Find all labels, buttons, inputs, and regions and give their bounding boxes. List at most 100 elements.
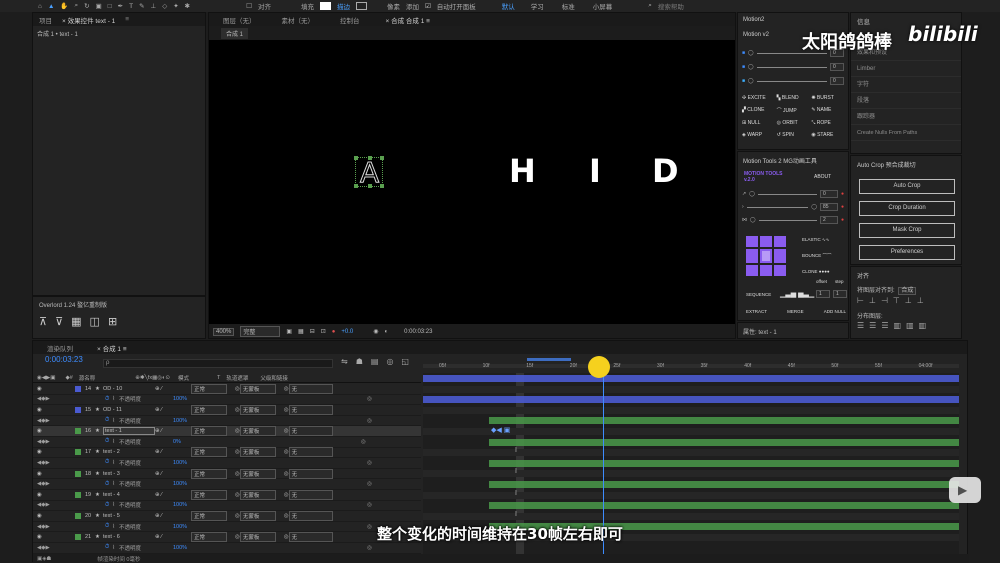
- layer-duration-bar[interactable]: [489, 438, 959, 446]
- col-parent[interactable]: 父级和链接: [260, 374, 288, 382]
- opacity-property-row[interactable]: ◀◆▶ ⏱ ⌇ 不透明度 0% ◎: [33, 437, 421, 448]
- merge-button[interactable]: MERGE: [787, 309, 804, 314]
- layer-switches[interactable]: ⊕ ⁄: [155, 428, 191, 434]
- clone-button[interactable]: ▞ CLONE: [742, 107, 777, 114]
- elastic-button[interactable]: ELASTIC ∿∿: [802, 232, 832, 248]
- viewer-timecode[interactable]: 0:00:03:23: [404, 329, 432, 335]
- label-color-chip[interactable]: [75, 512, 81, 519]
- col-mode[interactable]: 模式: [178, 374, 189, 382]
- opacity-property-row[interactable]: ◀◆▶ ⏱ ⌇ 不透明度 100% ◎: [33, 395, 421, 406]
- mt-slider-1[interactable]: [757, 193, 817, 195]
- letter-i[interactable]: I: [589, 152, 601, 190]
- timeline-search-input[interactable]: ρ: [103, 359, 333, 368]
- distribute-bottom-icon[interactable]: ☰: [881, 321, 888, 330]
- anchor-cell[interactable]: [746, 236, 758, 247]
- mode-dropdown[interactable]: 正常: [191, 384, 227, 394]
- frame-blend-icon[interactable]: ▤: [371, 357, 379, 366]
- name-button[interactable]: ✎ NAME: [811, 107, 846, 114]
- track-matte-dropdown[interactable]: 无蒙板: [239, 447, 276, 458]
- visibility-eye-icon[interactable]: ◉: [37, 386, 45, 392]
- info-title[interactable]: 信息: [857, 16, 870, 26]
- mask-crop-button[interactable]: Mask Crop: [859, 223, 955, 238]
- show-snapshot-icon[interactable]: ◐: [385, 329, 389, 335]
- jump-button[interactable]: ⌒ JUMP: [777, 107, 812, 114]
- col-track-matte[interactable]: 轨道遮罩: [226, 374, 248, 382]
- excite-button[interactable]: ✣ EXCITE: [742, 95, 777, 101]
- align-right-icon[interactable]: ⊣: [881, 296, 888, 305]
- anchor-cell[interactable]: [760, 236, 772, 247]
- workspace-standard[interactable]: 标准: [562, 1, 575, 11]
- track-matte-dropdown[interactable]: 无蒙板: [239, 404, 276, 415]
- letter-h[interactable]: H: [509, 152, 536, 190]
- layer-name[interactable]: text - 2: [103, 449, 155, 455]
- layer-name[interactable]: OD - 10: [103, 386, 155, 392]
- anchor-cell[interactable]: [774, 248, 786, 264]
- expression-pickwhip-icon[interactable]: ◎: [361, 439, 366, 445]
- overlord-add-icon[interactable]: ⊞: [108, 315, 117, 328]
- layer-switches[interactable]: ⊕ ⁄: [155, 471, 191, 477]
- align-hcenter-icon[interactable]: ⊥: [869, 296, 876, 305]
- bounce-button[interactable]: BOUNCE ⌒⌒: [802, 248, 832, 264]
- mt-slider-2[interactable]: [746, 206, 809, 208]
- expression-pickwhip-icon[interactable]: ◎: [367, 481, 372, 487]
- rotate-tool-icon[interactable]: ↻: [84, 2, 89, 10]
- anchor-cell[interactable]: [746, 265, 758, 276]
- anchor-cell[interactable]: [774, 265, 786, 276]
- keyframe-nav-icon[interactable]: ◀◆▶: [37, 502, 51, 508]
- graph-toggle-icon[interactable]: ⌇: [112, 418, 115, 424]
- visibility-eye-icon[interactable]: ◉: [37, 471, 45, 477]
- overlord-grid-icon[interactable]: ▦: [71, 315, 81, 328]
- align-to-dropdown[interactable]: 合成: [898, 287, 917, 295]
- channel-icon[interactable]: ●: [332, 329, 336, 335]
- graph-toggle-icon[interactable]: ⌇: [112, 439, 115, 445]
- fill-swatch[interactable]: [319, 2, 331, 10]
- mt-reset-dot-icon[interactable]: ●: [841, 204, 844, 210]
- layer-duration-bar[interactable]: [489, 481, 959, 488]
- orbit-button[interactable]: ◎ ORBIT: [777, 120, 812, 126]
- layer-name[interactable]: text - 4: [103, 492, 155, 498]
- sequence-button[interactable]: SEQUENCE: [746, 292, 771, 297]
- warp-button[interactable]: ◈ WARP: [742, 132, 777, 138]
- keyframe-marker-icon[interactable]: I: [515, 511, 517, 518]
- brush-tool-icon[interactable]: ✎: [139, 2, 144, 10]
- parent-dropdown[interactable]: 无: [288, 404, 333, 415]
- overlord-pull-icon[interactable]: ⊽: [55, 315, 63, 328]
- bilibili-tv-icon[interactable]: ▶: [949, 477, 981, 503]
- opacity-value[interactable]: 100%: [173, 481, 187, 487]
- work-area-bar[interactable]: [527, 358, 571, 361]
- align-bottom-icon[interactable]: ⊥: [917, 296, 924, 305]
- layer-row[interactable]: ◉ 18 ★ text - 3 ⊕ ⁄ 正常 ◎ 无蒙板 ◎ 无: [33, 468, 421, 480]
- col-t[interactable]: T: [217, 375, 220, 381]
- eraser-tool-icon[interactable]: ◇: [162, 2, 167, 10]
- blend-button[interactable]: ▚ BLEND: [777, 95, 812, 101]
- mode-dropdown[interactable]: 正常: [191, 489, 227, 500]
- stopwatch-icon[interactable]: ⏱: [105, 502, 109, 509]
- footer-icons[interactable]: ▣◈☗: [37, 556, 51, 562]
- snap-checkbox-icon[interactable]: ☐: [246, 2, 252, 10]
- keyframe-nav-icon[interactable]: ◀◆▶: [37, 439, 51, 445]
- keyframe-nav-icon[interactable]: ◀◆▶: [37, 460, 51, 466]
- slider-knob-icon[interactable]: ◯: [748, 78, 754, 84]
- tab-footage[interactable]: 素材（无）: [282, 15, 315, 25]
- opacity-value[interactable]: 100%: [173, 396, 187, 402]
- auto-open-checkbox-icon[interactable]: ☑: [425, 2, 431, 10]
- workspace-default[interactable]: 默认: [502, 1, 515, 11]
- mt-reset-dot-icon[interactable]: ●: [841, 191, 844, 197]
- track-matte-dropdown[interactable]: 无蒙板: [239, 510, 276, 521]
- keyframe-marker-icon[interactable]: I: [515, 490, 517, 497]
- text-tool-icon[interactable]: T: [129, 3, 133, 10]
- clone-mt-button[interactable]: CLONE ●●●●: [802, 264, 832, 280]
- track-matte-dropdown[interactable]: 无蒙板: [239, 426, 276, 437]
- stroke-swatch[interactable]: [355, 2, 367, 10]
- distribute-right-icon[interactable]: ▥: [919, 321, 927, 330]
- parent-dropdown[interactable]: 无: [288, 384, 333, 394]
- composition-canvas[interactable]: A H I D: [209, 40, 735, 324]
- visibility-eye-icon[interactable]: ◉: [37, 492, 45, 498]
- offset-input[interactable]: 1: [816, 290, 830, 298]
- distribute-hcenter-icon[interactable]: ▥: [906, 321, 914, 330]
- panel-menu-icon[interactable]: ≡: [125, 16, 129, 23]
- stopwatch-icon[interactable]: ⏱: [105, 396, 109, 403]
- label-color-chip[interactable]: [75, 428, 81, 435]
- comp-flow-icon[interactable]: ⇋: [341, 357, 348, 366]
- slider-knob-icon[interactable]: ◯: [748, 50, 754, 56]
